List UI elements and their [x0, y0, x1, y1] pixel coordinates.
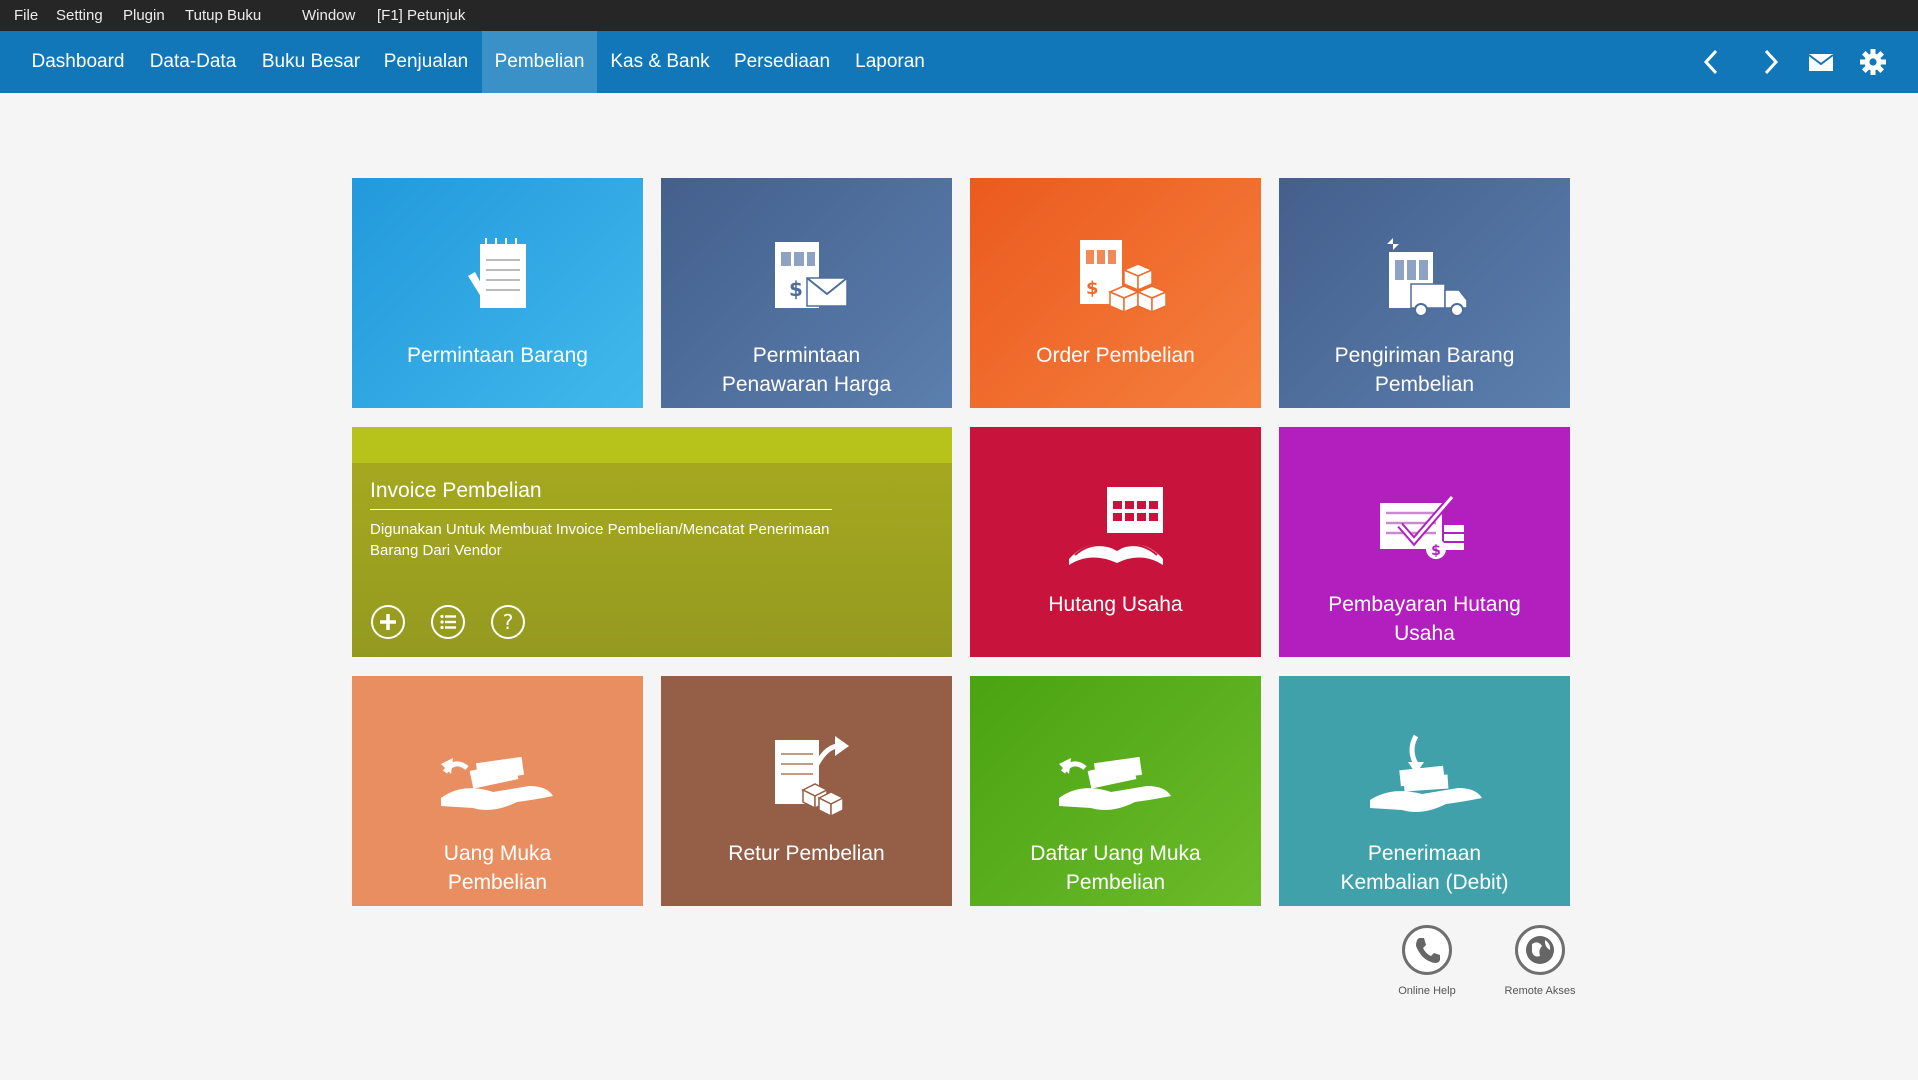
tile-label: Permintaan Barang [407, 344, 588, 367]
tile-order-pembelian[interactable]: $ Order Pembelian [970, 178, 1261, 408]
tile-label: Order Pembelian [1036, 344, 1195, 367]
tile-label: Pembayaran Hutang Usaha [1328, 593, 1521, 645]
nav-pembelian[interactable]: Pembelian [482, 31, 597, 93]
menu-plugin[interactable]: Plugin [123, 7, 165, 24]
tile-label: Penerimaan Kembalian (Debit) [1340, 842, 1509, 894]
menu-tutup-buku[interactable]: Tutup Buku [185, 7, 261, 24]
menu-help[interactable]: [F1] Petunjuk [377, 7, 465, 24]
return-goods-icon [661, 728, 952, 840]
globe-icon [1515, 925, 1565, 975]
tile-permintaan-penawaran-harga[interactable]: $ Permintaan Penawaran Harga [661, 178, 952, 408]
tile-daftar-uang-muka-pembelian[interactable]: Daftar Uang Muka Pembelian [970, 676, 1261, 906]
tile-uang-muka-pembelian[interactable]: Uang Muka Pembelian [352, 676, 643, 906]
remote-akses-button[interactable]: Remote Akses [1480, 925, 1600, 997]
menu-window[interactable]: Window [302, 7, 355, 24]
nav-persediaan[interactable]: Persediaan [722, 31, 842, 93]
svg-text:$: $ [789, 277, 803, 301]
quote-request-icon: $ [661, 230, 952, 342]
mail-icon[interactable] [1806, 47, 1836, 77]
nav-penjualan[interactable]: Penjualan [376, 31, 476, 93]
tile-label: Uang Muka Pembelian [443, 842, 552, 894]
cash-hand-list-icon [970, 728, 1261, 840]
tile-label: Pengiriman Barang Pembelian [1334, 344, 1515, 396]
forward-arrow-icon[interactable] [1755, 47, 1785, 77]
tile-hutang-usaha[interactable]: Hutang Usaha [970, 427, 1261, 657]
payment-check-icon: $ [1279, 479, 1570, 591]
online-help-button[interactable]: Online Help [1367, 925, 1487, 997]
svg-text:?: ? [503, 610, 514, 634]
tile-label: Retur Pembelian [728, 842, 885, 865]
nav-buku-besar[interactable]: Buku Besar [252, 31, 370, 93]
menu-bar: File Setting Plugin Tutup Buku Window [F… [0, 0, 1918, 31]
add-icon[interactable] [371, 605, 405, 639]
tile-penerimaan-kembalian-debit[interactable]: Penerimaan Kembalian (Debit) [1279, 676, 1570, 906]
tile-label: Daftar Uang Muka Pembelian [1030, 842, 1201, 894]
phone-icon [1402, 925, 1452, 975]
request-notepad-icon [352, 230, 643, 342]
cash-hand-icon [352, 728, 643, 840]
back-arrow-icon[interactable] [1697, 47, 1727, 77]
purchase-order-icon: $ [970, 230, 1261, 342]
invoice-description: Digunakan Untuk Membuat Invoice Pembelia… [370, 521, 830, 559]
tile-permintaan-barang[interactable]: Permintaan Barang [352, 178, 643, 408]
list-icon[interactable] [431, 605, 465, 639]
menu-setting[interactable]: Setting [56, 7, 103, 24]
help-icon[interactable]: ? [491, 605, 525, 639]
tile-pembayaran-hutang-usaha[interactable]: $ Pembayaran Hutang Usaha [1279, 427, 1570, 657]
refund-receive-icon [1279, 728, 1570, 840]
gear-icon[interactable] [1858, 47, 1888, 77]
online-help-label: Online Help [1398, 985, 1456, 997]
invoice-title: Invoice Pembelian [370, 479, 832, 510]
nav-dashboard[interactable]: Dashboard [18, 31, 138, 93]
tile-pengiriman-barang-pembelian[interactable]: Pengiriman Barang Pembelian [1279, 178, 1570, 408]
nav-data[interactable]: Data-Data [142, 31, 244, 93]
tile-label: Hutang Usaha [1048, 593, 1183, 616]
delivery-truck-icon [1279, 230, 1570, 342]
svg-text:$: $ [1086, 278, 1099, 299]
svg-text:$: $ [1431, 543, 1441, 559]
main-nav: Dashboard Data-Data Buku Besar Penjualan… [0, 31, 1918, 93]
invoice-pembelian-panel[interactable]: Invoice Pembelian Digunakan Untuk Membua… [352, 427, 952, 657]
tile-retur-pembelian[interactable]: Retur Pembelian [661, 676, 952, 906]
nav-kas-bank[interactable]: Kas & Bank [604, 31, 716, 93]
nav-laporan[interactable]: Laporan [848, 31, 932, 93]
menu-file[interactable]: File [14, 7, 38, 24]
tile-label: Permintaan Penawaran Harga [721, 344, 892, 396]
ledger-book-icon [970, 479, 1261, 591]
remote-akses-label: Remote Akses [1504, 985, 1576, 997]
